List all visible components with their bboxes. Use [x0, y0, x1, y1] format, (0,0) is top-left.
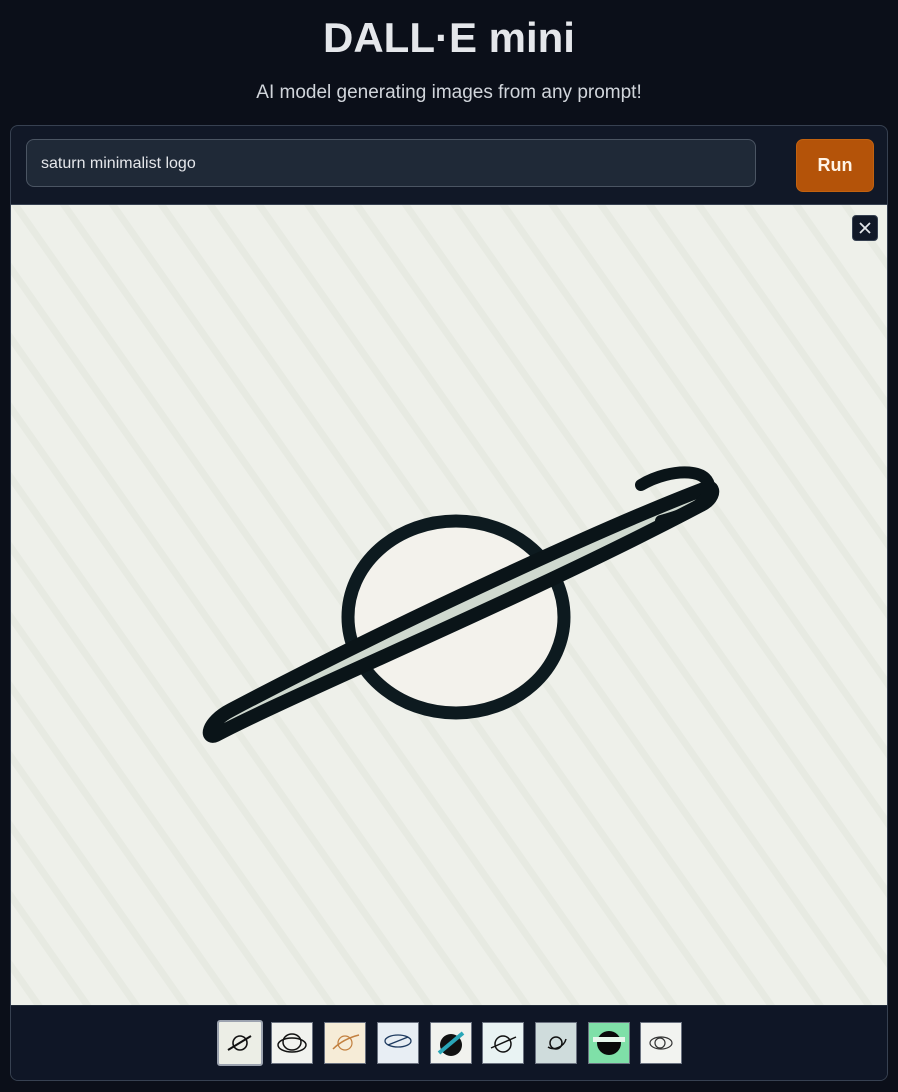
- close-icon: [859, 222, 871, 234]
- thumbnail-strip: [11, 1005, 887, 1080]
- thumbnail-3[interactable]: [324, 1022, 366, 1064]
- saturn-image: [11, 205, 887, 1006]
- thumbnail-2[interactable]: [271, 1022, 313, 1064]
- thumbnail-8[interactable]: [588, 1022, 630, 1064]
- main-panel: saturn minimalist logo Run: [10, 125, 888, 1081]
- thumbnail-4[interactable]: [377, 1022, 419, 1064]
- thumbnail-1[interactable]: [217, 1020, 263, 1066]
- image-viewer: [11, 204, 887, 1006]
- app-subtitle: AI model generating images from any prom…: [256, 82, 642, 103]
- app-title: DALL·E mini: [323, 14, 575, 61]
- thumbnail-5[interactable]: [430, 1022, 472, 1064]
- thumbnail-9[interactable]: [640, 1022, 682, 1064]
- run-button[interactable]: Run: [796, 139, 874, 192]
- prompt-input[interactable]: saturn minimalist logo: [26, 139, 756, 187]
- thumbnail-6[interactable]: [482, 1022, 524, 1064]
- thumbnail-7[interactable]: [535, 1022, 577, 1064]
- close-button[interactable]: [852, 215, 878, 241]
